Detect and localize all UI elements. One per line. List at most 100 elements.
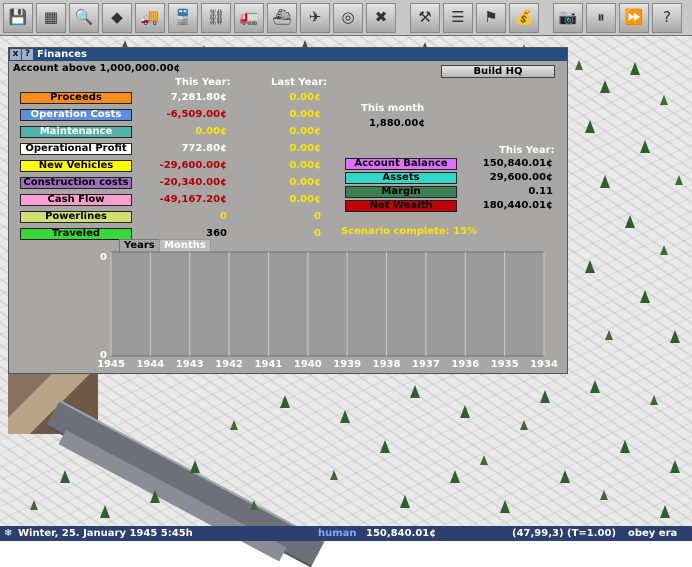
tree [625,215,635,228]
train [58,430,287,562]
help-button[interactable]: ? [22,49,33,60]
train-icon[interactable]: 🚆 [168,2,198,33]
tree [675,175,683,185]
status-balance: 150,840.01¢ [366,528,437,539]
tree [600,175,610,188]
row-label[interactable]: Proceeds [20,92,132,104]
row-this-year: 0 [220,211,227,222]
disk-icon[interactable]: 💾 [3,2,33,33]
summary-value: 29,600.00¢ [489,172,553,183]
tree [500,500,510,513]
row-last-year: 0.00¢ [289,92,321,103]
tree [540,390,550,403]
tree [640,140,650,153]
build-icon[interactable]: ⚒ [410,2,440,33]
chart-x-tick: 1938 [373,359,401,370]
tree [585,260,595,273]
tree [650,395,658,405]
tree [30,500,38,510]
tree [380,440,390,453]
last-year-header: Last Year: [271,77,328,88]
airplane-icon[interactable]: ✈ [300,2,330,33]
tree [520,420,528,430]
chart-x-tick: 1942 [215,359,243,370]
chart-x-tick: 1939 [333,359,361,370]
chart-x-tick: 1937 [412,359,440,370]
tree [605,330,613,340]
toolbar: 💾 ▦ 🔍 ◆ 🚚 🚆 ⛓ 🚛 ⛴ ✈ ◎ ✖ ⚒ ☰ ⚑ 💰 📷 ⏸ ⏩? [0,0,692,36]
tree [450,470,460,483]
chart-x-tick: 1940 [294,359,322,370]
chart-y-tick: 0 [100,252,107,263]
status-era: obey era [628,528,678,539]
list-icon[interactable]: ☰ [443,2,473,33]
summary-label[interactable]: Account Balance [345,158,457,170]
summary-label[interactable]: Net Wealth [345,200,457,212]
finances-window: x? Finances Account above 1,000,000.00¢ B… [8,47,568,374]
row-label[interactable]: Construction costs [20,177,132,189]
terrain-icon[interactable]: ◆ [102,2,132,33]
row-last-year: 0.00¢ [289,109,321,120]
row-label[interactable]: Powerlines [20,211,132,223]
summary-this-year-header: This Year: [499,145,555,156]
chart-plot-area [110,251,545,357]
close-button[interactable]: x [10,49,21,60]
row-label[interactable]: Cash Flow [20,194,132,206]
tree [480,455,488,465]
fast-forward-icon[interactable]: ⏩ [619,2,649,33]
ship-icon[interactable]: ⛴ [267,2,297,33]
help-icon[interactable]: ? [652,2,682,33]
target-icon[interactable]: ◎ [333,2,363,33]
tree [560,470,570,483]
tree [600,80,610,93]
tree [600,490,608,500]
magnifier-icon[interactable]: 🔍 [69,2,99,33]
build-hq-button[interactable]: Build HQ [441,65,555,78]
tree [620,440,630,453]
row-last-year: 0.00¢ [289,126,321,137]
account-note: Account above 1,000,000.00¢ [13,63,181,74]
row-this-year: -49,167.20¢ [159,194,227,205]
row-this-year: 7,281.80¢ [170,92,227,103]
row-last-year: 0.00¢ [289,143,321,154]
camera-icon[interactable]: 📷 [553,2,583,33]
row-last-year: 0.00¢ [289,194,321,205]
summary-value: 0.11 [528,186,553,197]
tree [575,60,583,70]
road-vehicle-icon[interactable]: 🚚 [135,2,165,33]
tree [250,500,258,510]
summary-label[interactable]: Assets [345,172,457,184]
chart-x-tick: 1944 [136,359,164,370]
rail-tool-icon[interactable]: ⛓ [201,2,231,33]
window-title: Finances [37,49,87,60]
row-this-year: 772.80¢ [181,143,227,154]
summary-label[interactable]: Margin [345,186,457,198]
row-label[interactable]: Operational Profit [20,143,132,155]
status-date: Winter, 25. January 1945 5:45h [18,528,193,539]
row-label[interactable]: Maintenance [20,126,132,138]
status-bar: ❄ Winter, 25. January 1945 5:45h human 1… [0,526,692,541]
minimap-icon[interactable]: ▦ [36,2,66,33]
tree [660,245,668,255]
tree [630,62,640,75]
truck-icon[interactable]: 🚛 [234,2,264,33]
remove-icon[interactable]: ✖ [366,2,396,33]
tree [410,385,420,398]
money-icon[interactable]: 💰 [509,2,539,33]
this-year-header: This Year: [175,77,231,88]
row-label[interactable]: New Vehicles [20,160,132,172]
tree [190,460,200,473]
chart-x-tick: 1936 [451,359,479,370]
row-this-year: -6,509.00¢ [166,109,227,120]
this-month-header: This month [361,103,425,114]
status-coords: (47,99,3) (T=1.00) [512,528,617,539]
chart-x-tick: 1943 [176,359,204,370]
pause-icon[interactable]: ⏸ [586,2,616,33]
row-label[interactable]: Operation Costs [20,109,132,121]
tree [60,470,70,483]
row-this-year: -29,600.00¢ [159,160,227,171]
tree [400,495,410,508]
window-titlebar[interactable]: x? Finances [9,48,567,61]
finance-chart: 1945 1944 1943 1942 1941 1940 1939 1938 1937 1936… [97,251,558,370]
sign-icon[interactable]: ⚑ [476,2,506,33]
